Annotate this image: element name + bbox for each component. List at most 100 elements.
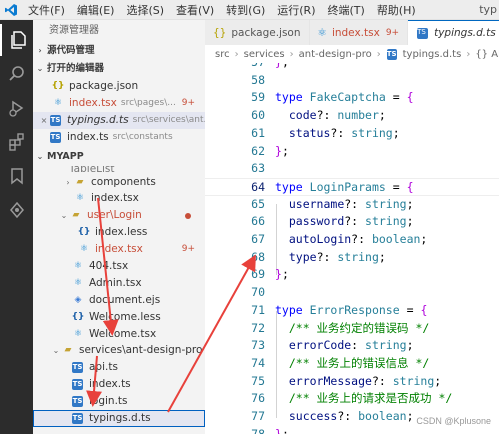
open-editor-index-ts[interactable]: TS index.ts src\constants <box>33 129 205 146</box>
code-text: }; <box>275 63 289 72</box>
menu-run[interactable]: 运行(R) <box>271 2 321 18</box>
menu-help[interactable]: 帮助(H) <box>371 2 422 18</box>
tab-package-json[interactable]: {} package.json <box>205 20 310 45</box>
code-line[interactable]: 63 <box>205 160 499 178</box>
code-line[interactable]: 76 /** 业务上的请求是否成功 */ <box>205 390 499 408</box>
menu-file[interactable]: 文件(F) <box>22 2 71 18</box>
tree-folder-tablelist[interactable]: TableList <box>33 166 205 174</box>
folder-icon: ▰ <box>72 210 80 221</box>
code-line[interactable]: 73 errorCode: string; <box>205 337 499 355</box>
code-line[interactable]: 67 autoLogin?: boolean; <box>205 231 499 249</box>
menu-view[interactable]: 查看(V) <box>170 2 220 18</box>
bookmark-icon[interactable] <box>0 160 33 192</box>
run-debug-icon[interactable] <box>0 92 33 124</box>
folder-icon: ▰ <box>76 176 84 187</box>
explorer-icon[interactable] <box>0 24 33 56</box>
code-line[interactable]: 78}; <box>205 426 499 434</box>
line-number: 74 <box>251 355 265 370</box>
code-line[interactable]: 64 type LoginParams = { <box>205 177 499 196</box>
code-line[interactable]: 57}; <box>205 63 499 72</box>
code-line[interactable]: 70 <box>205 284 499 302</box>
code-line[interactable]: 65 username?: string; <box>205 196 499 214</box>
code-text: type ErrorResponse = { <box>275 302 428 317</box>
breadcrumb-item[interactable]: {} API <box>475 49 499 60</box>
code-editor[interactable]: 57};5859type FakeCaptcha = {60 code?: nu… <box>205 63 499 434</box>
extensions-icon[interactable] <box>0 126 33 158</box>
line-number: 72 <box>251 320 265 335</box>
source-control-icon[interactable] <box>0 194 33 226</box>
problem-badge: 9+ <box>181 97 195 108</box>
code-line[interactable]: 66 password?: string; <box>205 213 499 231</box>
line-number: 70 <box>251 285 265 300</box>
chevron-down-icon: ⌄ <box>52 346 60 356</box>
tree-file-404[interactable]: ⚛ 404.tsx <box>33 258 205 275</box>
menu-terminal[interactable]: 终端(T) <box>322 2 371 18</box>
tree-file-document-ejs[interactable]: ◈ document.ejs <box>33 292 205 309</box>
code-line[interactable]: 74 /** 业务上的错误信息 */ <box>205 355 499 373</box>
open-editor-package-json[interactable]: {} package.json <box>33 78 205 95</box>
react-icon: ⚛ <box>79 244 89 255</box>
breadcrumb-item[interactable]: ant-design-pro <box>299 49 372 60</box>
breadcrumb-item[interactable]: services <box>244 49 285 60</box>
code-line[interactable]: 59 type FakeCaptcha = { <box>205 89 499 107</box>
tab-index-tsx[interactable]: ⚛ index.tsx 9+ <box>309 20 409 45</box>
menu-selection[interactable]: 选择(S) <box>120 2 170 18</box>
react-icon: ⚛ <box>73 328 83 339</box>
file-path: src\pages\... <box>120 97 176 108</box>
code-line[interactable]: 75 errorMessage?: string; <box>205 373 499 391</box>
section-label: MYAPP <box>47 150 84 162</box>
tree-file-typings-d-ts[interactable]: TS typings.d.ts <box>33 410 205 427</box>
search-icon[interactable] <box>0 58 33 90</box>
file-name: package.json <box>69 79 139 92</box>
file-path: src\services\ant... <box>132 114 205 125</box>
tab-typings-d-ts[interactable]: TS typings.d.ts × <box>408 20 499 45</box>
line-number: 77 <box>251 409 265 423</box>
code-line[interactable]: 60 code?: number; <box>205 107 499 125</box>
section-source-control[interactable]: › 源代码管理 <box>33 42 205 60</box>
tree-file-login-less[interactable]: {} index.less <box>33 224 205 241</box>
tree-file-login-ts[interactable]: TS login.ts <box>33 393 205 410</box>
section-open-editors[interactable]: ⌄ 打开的编辑器 <box>33 60 205 78</box>
tree-file-api-ts[interactable]: TS api.ts <box>33 359 205 376</box>
code-line[interactable]: 72 /** 业务约定的错误码 */ <box>205 320 499 338</box>
breadcrumb-separator-icon: › <box>466 48 471 60</box>
line-number: 67 <box>251 232 265 246</box>
line-number: 65 <box>251 196 265 211</box>
tree-folder-services[interactable]: ⌄ ▰ services\ant-design-pro <box>33 342 205 359</box>
tree-folder-components[interactable]: › ▰ components <box>33 174 205 191</box>
code-text: type FakeCaptcha = { <box>275 90 414 105</box>
tree-folder-user-login[interactable]: ⌄ ▰ user\Login <box>33 207 205 224</box>
code-line[interactable]: 71 type ErrorResponse = { <box>205 302 499 320</box>
less-icon: {} <box>77 227 91 238</box>
chevron-right-icon: › <box>66 177 70 187</box>
code-line[interactable]: 58 <box>205 72 499 90</box>
file-name: Welcome.tsx <box>89 327 157 340</box>
code-text: /** 业务约定的错误码 */ <box>275 320 430 335</box>
open-editor-typings-d-ts[interactable]: × TS typings.d.ts src\services\ant... <box>33 111 205 129</box>
breadcrumb-item[interactable]: src <box>215 49 230 60</box>
open-editor-index-tsx[interactable]: ⚛ index.tsx src\pages\... 9+ <box>33 95 205 112</box>
code-line[interactable]: 69}; <box>205 266 499 284</box>
code-line[interactable]: 68 type?: string; <box>205 249 499 267</box>
code-line[interactable]: 61 status?: string; <box>205 125 499 143</box>
file-name: api.ts <box>89 361 118 374</box>
tree-file-tablelist-index[interactable]: ⚛ index.tsx <box>33 190 205 207</box>
close-icon[interactable]: × <box>39 112 49 129</box>
tree-file-welcome-less[interactable]: {} Welcome.less <box>33 309 205 326</box>
error-dot <box>185 213 191 220</box>
tree-file-welcome-tsx[interactable]: ⚛ Welcome.tsx <box>33 326 205 343</box>
breadcrumb-item[interactable]: typings.d.ts <box>403 49 462 60</box>
code-line[interactable]: 62}; <box>205 143 499 161</box>
tree-file-index-ts[interactable]: TS index.ts <box>33 376 205 393</box>
menu-edit[interactable]: 编辑(E) <box>71 2 121 18</box>
tab-label: typings.d.ts <box>434 27 496 39</box>
breadcrumb-separator-icon: › <box>234 48 239 60</box>
line-number: 69 <box>251 267 265 282</box>
tree-file-login-index[interactable]: ⚛ index.tsx 9+ <box>33 241 205 258</box>
line-number: 73 <box>251 338 265 353</box>
menu-go[interactable]: 转到(G) <box>220 2 271 18</box>
section-project[interactable]: ⌄ MYAPP <box>33 148 205 166</box>
line-number: 78 <box>251 426 265 434</box>
chevron-down-icon: ⌄ <box>36 151 44 161</box>
tree-file-admin[interactable]: ⚛ Admin.tsx <box>33 275 205 292</box>
